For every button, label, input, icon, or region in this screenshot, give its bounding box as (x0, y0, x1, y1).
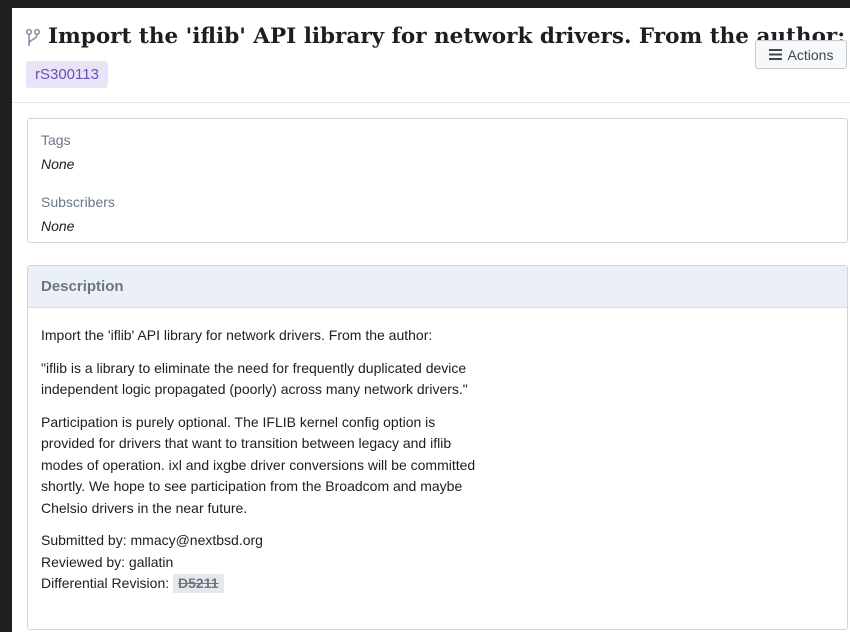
description-heading: Description (41, 278, 124, 295)
properties-panel: Tags None Subscribers None (27, 118, 848, 243)
description-line: Chelsio drivers in the near future. (41, 499, 248, 516)
submitted-by: Submitted by: mmacy@nextbsd.org (41, 532, 263, 548)
hamburger-menu-icon (768, 49, 782, 60)
actions-button-label: Actions (787, 46, 834, 63)
description-line: Import the 'iflib' API library for netwo… (41, 327, 433, 343)
page-header: Import the 'iflib' API library for netwo… (12, 8, 850, 103)
page-title: Import the 'iflib' API library for netwo… (48, 24, 846, 49)
reviewed-by: Reviewed by: gallatin (41, 553, 174, 570)
tags-value: None (41, 156, 75, 172)
commit-id-tag[interactable]: rS300113 (26, 61, 108, 88)
description-line: provided for drivers that want to transi… (41, 435, 452, 451)
description-line: Participation is purely optional. The IF… (41, 413, 436, 430)
differential-revision-line: Differential Revision: D5211 (41, 573, 491, 595)
description-line: independent logic propagated (poorly) ac… (41, 381, 468, 397)
description-header: Description (28, 266, 847, 308)
description-line: modes of operation. ixl and ixgbe driver… (41, 456, 476, 473)
differential-revision-link[interactable]: D5211 (173, 574, 224, 593)
branch-icon (25, 28, 41, 46)
description-body: Import the 'iflib' API library for netwo… (41, 325, 491, 606)
description-paragraph: Submitted by: mmacy@nextbsd.org Reviewed… (41, 530, 491, 595)
description-paragraph: "iflib is a library to eliminate the nee… (41, 358, 491, 401)
description-panel: Description Import the 'iflib' API libra… (27, 265, 848, 630)
subscribers-label: Subscribers (41, 194, 115, 210)
subscribers-value: None (41, 218, 75, 234)
description-paragraph: Import the 'iflib' API library for netwo… (41, 325, 491, 347)
description-line: "iflib is a library to eliminate the nee… (41, 359, 467, 376)
commit-page: Import the 'iflib' API library for netwo… (12, 8, 850, 632)
actions-button[interactable]: Actions (755, 40, 847, 69)
description-paragraph: Participation is purely optional. The IF… (41, 412, 491, 520)
differential-revision-label: Differential Revision: (41, 575, 170, 591)
description-line: shortly. We hope to see participation fr… (41, 478, 463, 494)
tags-label: Tags (41, 132, 71, 148)
